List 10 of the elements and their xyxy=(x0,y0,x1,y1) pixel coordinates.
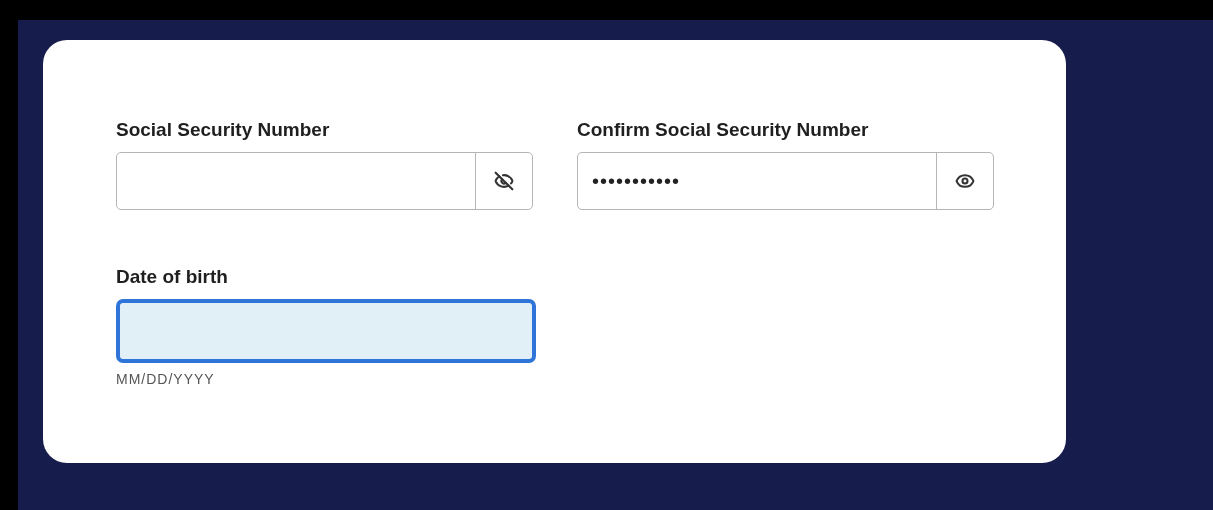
masked-value: ••••••••••• xyxy=(592,169,681,194)
eye-icon xyxy=(955,171,975,191)
field-label: Date of birth xyxy=(116,265,229,289)
input-field[interactable] xyxy=(116,152,533,210)
format-hint: MM/DD/YYYY xyxy=(116,370,216,389)
input-field[interactable]: ••••••••••• xyxy=(577,152,994,210)
eye-slash-icon xyxy=(494,171,514,191)
date-field[interactable] xyxy=(116,299,536,363)
field-label: Social Security Number xyxy=(116,118,331,142)
field-label: Confirm Social Security Number xyxy=(577,118,870,142)
